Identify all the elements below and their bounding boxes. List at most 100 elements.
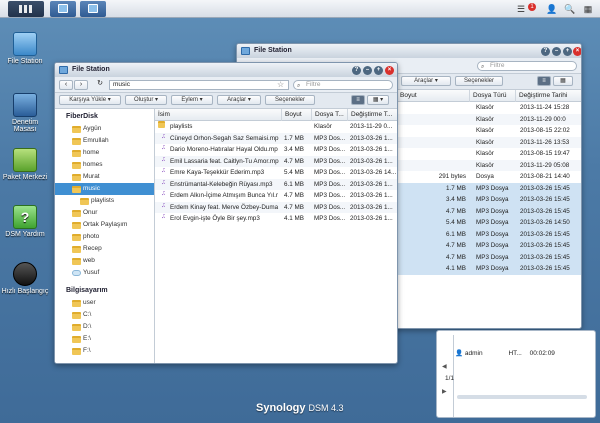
desktop-icon-quick-start[interactable]: Hızlı Başlangıç [0, 262, 50, 295]
table-row[interactable]: Kelebeğin Rüyası6.1 MBMP3 Dosya2013-03-2… [240, 228, 581, 240]
tree-item[interactable]: Murat [55, 171, 154, 183]
table-row[interactable]: Öyle Bir şey.mp34.1 MBMP3 Dosya2013-03-2… [240, 263, 581, 275]
upload-menu[interactable]: Karşıya Yükle ▾ [59, 95, 121, 105]
path-field[interactable]: music [109, 80, 289, 90]
table-row[interactable]: feat. Merve Özbey4.7 MBMP3 Dosya2013-03-… [240, 251, 581, 263]
minimize-button[interactable]: – [363, 66, 372, 75]
cell-date: 2013-03-26 1... [350, 146, 393, 153]
tree-item-label: D:\ [83, 323, 92, 330]
refresh-icon[interactable]: ↻ [93, 80, 107, 90]
widgets-icon[interactable]: ▦ [581, 2, 595, 16]
window-title-bar[interactable]: File Station ? – + × [55, 63, 397, 77]
table-row[interactable]: hatralar Hayal C3.4 MBMP3 Dosya2013-03-2… [240, 194, 581, 206]
options-menu[interactable]: Seçenekler [455, 76, 503, 86]
table-row[interactable]: ♫ Emil Lassaria feat. Caitlyn-Tu Amor.mp 4… [155, 155, 397, 167]
file-station-window-front[interactable]: File Station ? – + × ‹ › ↻ music ☆ ⌕ Fil… [54, 62, 398, 364]
table-row[interactable]: Klasör 2013-08-15 19:47 [397, 148, 581, 160]
tree-item[interactable]: music [55, 183, 154, 195]
col-size[interactable]: Boyut [397, 90, 469, 102]
tools-menu[interactable]: Araçlar ▾ [401, 76, 451, 86]
notification-icon[interactable]: ☰ [514, 2, 528, 16]
col-name[interactable]: İsim [155, 109, 281, 121]
desktop-icon-file-station[interactable]: File Station [0, 32, 50, 65]
table-row[interactable]: ♫ Erdem Kinay feat. Merve Özbey-Duma 4.7 M… [155, 201, 397, 213]
tree-item[interactable]: Recep [55, 243, 154, 255]
thumbnail-view-button[interactable]: ▦ [553, 76, 573, 86]
window-title-bar[interactable]: File Station ? – + × [237, 44, 581, 58]
tree-item[interactable]: web [55, 255, 154, 267]
star-icon[interactable]: ☆ [277, 80, 284, 89]
tree-item[interactable]: playlists [55, 195, 154, 207]
create-menu[interactable]: Oluştur ▾ [125, 95, 167, 105]
tree-item[interactable]: Ortak Paylaşım [55, 219, 154, 231]
table-row[interactable]: Teşekkür Ederim5.4 MBMP3 Dosya2013-03-26… [240, 217, 581, 229]
col-size[interactable]: Boyut [281, 109, 311, 121]
tree-item[interactable]: homes [55, 159, 154, 171]
table-row[interactable]: ♫ Dario Moreno-Hatıralar Hayal Oldu.mp 3.4… [155, 144, 397, 156]
search-icon[interactable]: 🔍 [563, 2, 577, 16]
forward-button[interactable]: › [74, 80, 88, 90]
tree-item[interactable]: home [55, 147, 154, 159]
table-row[interactable]: ♫ Erol Evgin-işte Öyle Bir şey.mp3 4.1 MB M… [155, 213, 397, 225]
close-button[interactable]: × [385, 66, 394, 75]
table-row[interactable]: ♫ Cüneyd Orhon-Segah Saz Semaisi.mp 1.7 MB… [155, 132, 397, 144]
close-button[interactable]: × [573, 47, 581, 56]
back-button[interactable]: ‹ [59, 80, 73, 90]
taskbar-file-station-1[interactable] [50, 1, 76, 17]
help-button[interactable]: ? [541, 47, 550, 56]
table-row[interactable]: ♫ Enstrümantal-Kelebeğin Rüyası.mp3 6.1 MB… [155, 178, 397, 190]
table-row[interactable]: -İçime Atmışım Bun4.7 MBMP3 Dosya2013-03… [240, 240, 581, 252]
user-icon[interactable]: 👤 [545, 2, 559, 16]
cell-size: 3.4 MB [284, 146, 304, 153]
main-menu-button[interactable] [8, 1, 44, 17]
table-row[interactable]: Klasör 2013-11-24 15:28 [397, 102, 581, 114]
table-row[interactable]: ♫ Erdem Alkın-İçime Atmışım Bunca Yıl.r 4.… [155, 190, 397, 202]
page-next[interactable]: ▶ [442, 388, 447, 395]
filter-search-input[interactable]: ⌕ Filtre [293, 80, 393, 90]
col-type[interactable]: Dosya Türü [469, 90, 515, 102]
table-row[interactable]: Klasör 2013-08-15 22:02 [397, 125, 581, 137]
page-prev[interactable]: ◀ [442, 363, 447, 370]
action-menu[interactable]: Eylem ▾ [171, 95, 213, 105]
tree-item[interactable]: F:\ [55, 345, 154, 357]
thumbnail-view-button[interactable]: ▦ ▾ [367, 95, 389, 105]
desktop-icon-dsm-help[interactable]: ? DSM Yardım [0, 205, 50, 238]
tree-item[interactable]: Aygün [55, 123, 154, 135]
desktop-icon-control-panel[interactable]: Denetim Masası [0, 93, 50, 133]
tree-item[interactable]: photo [55, 231, 154, 243]
table-row[interactable]: Klasör 2013-11-29 05:08 [397, 159, 581, 171]
minimize-button[interactable]: – [552, 47, 561, 56]
desktop-icon-package-center[interactable]: Paket Merkezi [0, 148, 50, 181]
tree-item[interactable]: E:\ [55, 333, 154, 345]
options-menu[interactable]: Seçenekler [265, 95, 315, 105]
tree-section-fiberdisk[interactable]: FiberDisk [55, 109, 154, 123]
table-row[interactable]: 291 bytes Dosya 2013-08-21 14:40 [397, 171, 581, 183]
folder-icon [72, 210, 81, 217]
col-date[interactable]: Değiştirme T... [347, 109, 397, 121]
table-row[interactable]: Klasör 2013-11-29 00:0 [397, 113, 581, 125]
tree-item[interactable]: user [55, 297, 154, 309]
tools-menu[interactable]: Araçlar ▾ [217, 95, 261, 105]
table-row[interactable]: ♫ Emre Kaya-Teşekkür Ederim.mp3 5.4 MB MP3 … [155, 167, 397, 179]
maximize-button[interactable]: + [563, 47, 572, 56]
help-button[interactable]: ? [352, 66, 361, 75]
list-view-button[interactable]: ≡ [537, 76, 551, 86]
table-row[interactable]: Klasör 2013-11-26 13:53 [397, 136, 581, 148]
tree-items-fiberdisk: Aygün Emrullah home homes Murat music playlist… [55, 123, 154, 279]
col-date[interactable]: Değiştirme Tarihi [515, 90, 581, 102]
scrollbar[interactable] [457, 395, 587, 399]
tree-item[interactable]: Onur [55, 207, 154, 219]
col-type[interactable]: Dosya T... [311, 109, 347, 121]
taskbar-file-station-2[interactable] [80, 1, 106, 17]
tree-item[interactable]: Yusuf [55, 267, 154, 279]
table-row[interactable]: Segah Saz Sem1.7 MBMP3 Dosya2013-03-26 1… [240, 182, 581, 194]
filter-search-input[interactable]: ⌕ Filtre [477, 61, 577, 71]
tree-item[interactable]: D:\ [55, 321, 154, 333]
table-row[interactable]: playlists Klasör 2013-11-29 0... [155, 121, 397, 133]
list-view-button[interactable]: ≡ [351, 95, 365, 105]
tree-item[interactable]: C:\ [55, 309, 154, 321]
tree-section-computer[interactable]: Bilgisayarım [55, 283, 154, 297]
table-row[interactable]: feat. Caitlyn-Tu4.7 MBMP3 Dosya2013-03-2… [240, 205, 581, 217]
tree-item[interactable]: Emrullah [55, 135, 154, 147]
maximize-button[interactable]: + [374, 66, 383, 75]
